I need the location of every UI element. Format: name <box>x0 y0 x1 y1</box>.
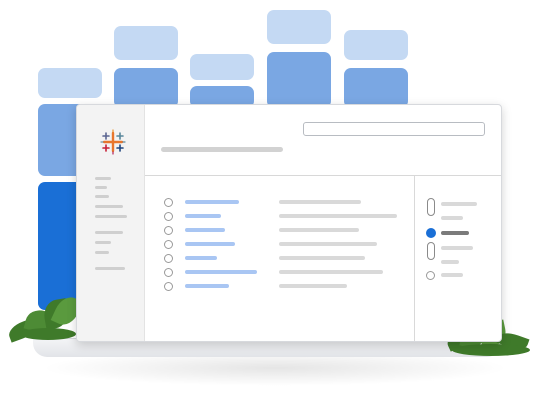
row-link[interactable] <box>185 256 217 260</box>
header-bar <box>145 105 501 176</box>
row-link[interactable] <box>185 228 225 232</box>
filter-label <box>441 246 473 250</box>
filter-radio-selected[interactable] <box>426 228 436 238</box>
row-radio[interactable] <box>164 282 173 291</box>
row-link[interactable] <box>185 242 235 246</box>
sidebar-item[interactable] <box>95 267 125 270</box>
sidebar <box>77 105 145 341</box>
row-link[interactable] <box>185 284 229 288</box>
row-description <box>279 242 377 246</box>
row-radio[interactable] <box>164 254 173 263</box>
filter-label <box>441 273 463 277</box>
row-radio[interactable] <box>164 212 173 221</box>
background-bar <box>344 68 408 108</box>
row-link[interactable] <box>185 214 221 218</box>
row-radio[interactable] <box>164 268 173 277</box>
row-link[interactable] <box>185 200 239 204</box>
row-radio[interactable] <box>164 226 173 235</box>
illustration-scene <box>0 0 536 393</box>
background-bar <box>267 10 331 44</box>
sidebar-item[interactable] <box>95 231 123 234</box>
row-description <box>279 270 383 274</box>
filter-panel <box>414 176 501 341</box>
row-description <box>279 284 347 288</box>
background-bar <box>190 54 254 80</box>
background-bar <box>114 26 178 60</box>
app-window <box>76 104 502 342</box>
background-bar <box>344 30 408 60</box>
row-description <box>279 228 359 232</box>
row-description <box>279 200 361 204</box>
row-description <box>279 256 365 260</box>
background-bar <box>267 52 331 108</box>
sidebar-item[interactable] <box>95 251 109 254</box>
sidebar-item[interactable] <box>95 195 109 198</box>
page-title-placeholder <box>161 147 283 152</box>
filter-toggle[interactable] <box>427 198 435 216</box>
sidebar-item[interactable] <box>95 177 111 180</box>
sidebar-item[interactable] <box>95 215 127 218</box>
sidebar-item[interactable] <box>95 186 107 189</box>
row-link[interactable] <box>185 270 257 274</box>
filter-label <box>441 202 477 206</box>
filter-radio[interactable] <box>426 271 435 280</box>
filter-label <box>441 216 463 220</box>
background-bar <box>38 68 102 98</box>
filter-label <box>441 231 469 235</box>
search-input[interactable] <box>303 122 485 136</box>
results-list <box>145 176 413 341</box>
filter-toggle[interactable] <box>427 242 435 260</box>
row-radio[interactable] <box>164 240 173 249</box>
row-radio[interactable] <box>164 198 173 207</box>
sidebar-item[interactable] <box>95 205 123 208</box>
row-description <box>279 214 397 218</box>
background-bar <box>114 68 178 108</box>
tableau-cross-logo-icon[interactable] <box>100 129 126 155</box>
filter-label <box>441 260 459 264</box>
sidebar-item[interactable] <box>95 241 111 244</box>
